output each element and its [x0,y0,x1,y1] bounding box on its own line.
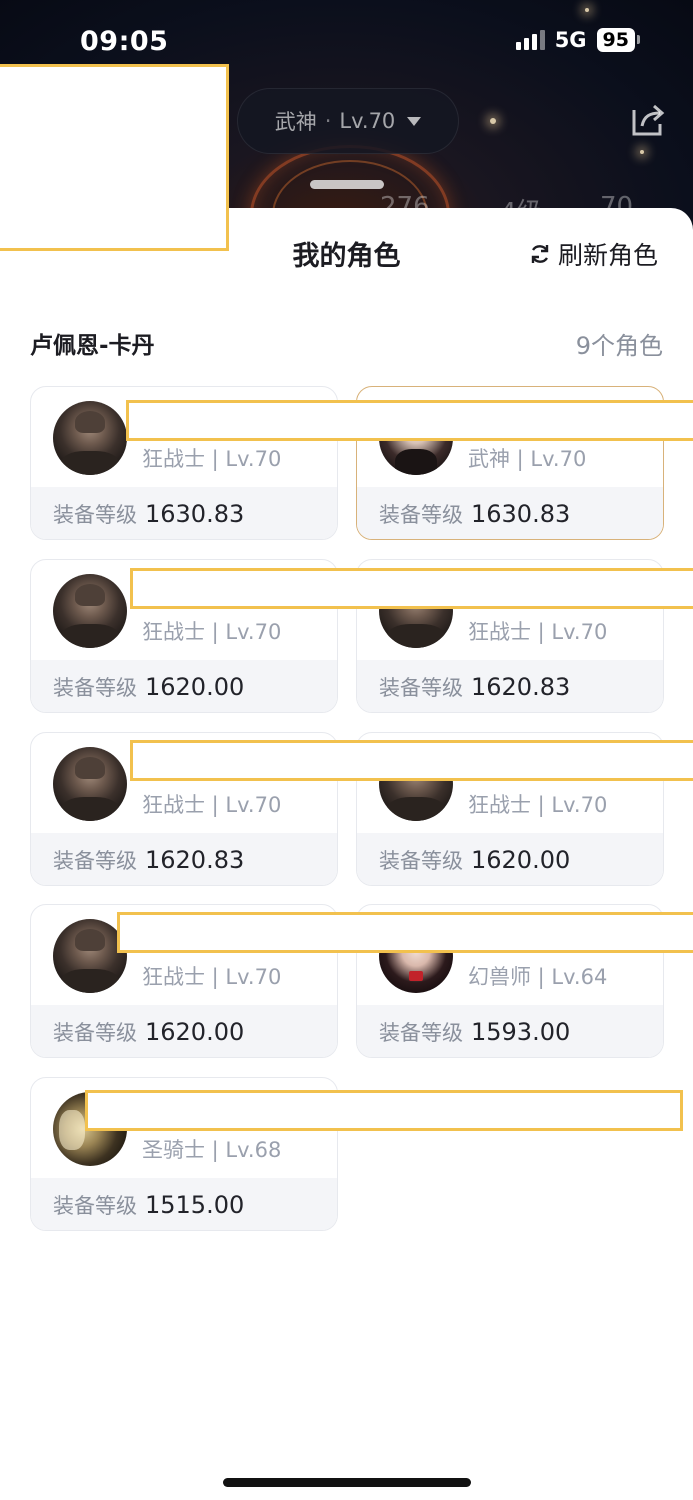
role-count: 9个角色 [575,332,663,360]
status-time: 09:05 [80,26,169,57]
gear-level-label: 装备等级 [53,849,137,873]
server-name: 卢佩恩-卡丹 [30,333,155,359]
refresh-label: 刷新角色 [558,241,659,270]
gear-level-value: 1630.83 [471,500,571,528]
redaction-box [130,568,693,609]
battery-icon: 95 [596,28,641,52]
avatar [53,574,127,648]
caret-down-icon [407,116,422,126]
status-indicators: 5G 95 [515,28,641,52]
gear-level-label: 装备等级 [53,1194,137,1218]
gear-level-label: 装备等级 [379,1021,463,1045]
role-selector-level: Lv.70 [339,109,396,133]
gear-level-label: 装备等级 [53,676,137,700]
redaction-box [0,64,229,251]
character-class-level: 圣骑士 | Lv.68 [142,1138,282,1162]
network-type: 5G [554,28,587,52]
role-selector[interactable]: 武神 · Lv.70 [237,88,459,154]
gear-level-label: 装备等级 [379,676,463,700]
gear-level-label: 装备等级 [53,503,137,527]
character-class-level: 狂战士 | Lv.70 [142,620,282,644]
character-class-level: 狂战士 | Lv.70 [142,447,282,471]
gear-level-label: 装备等级 [379,849,463,873]
gear-level-value: 1620.83 [145,846,245,874]
avatar [53,747,127,821]
character-class-level: 狂战士 | Lv.70 [142,965,282,989]
refresh-button[interactable]: 刷新角色 [528,236,658,272]
gear-level-value: 1620.00 [471,846,571,874]
gear-level-value: 1620.00 [145,673,245,701]
signal-icon [515,30,545,50]
character-class-level: 狂战士 | Lv.70 [468,793,608,817]
gear-level-value: 1620.00 [145,1018,245,1046]
character-class-level: 狂战士 | Lv.70 [142,793,282,817]
avatar [53,919,127,993]
avatar [53,401,127,475]
home-indicator[interactable] [223,1478,471,1487]
character-class-level: 幻兽师 | Lv.64 [468,965,608,989]
redaction-box [85,1090,683,1131]
role-selector-label: 武神 [274,110,317,134]
role-selector-separator: · [324,109,332,133]
character-class-level: 武神 | Lv.70 [468,447,587,471]
refresh-icon [531,245,549,263]
gear-level-value: 1515.00 [145,1191,245,1219]
redaction-box [130,740,693,781]
character-class-level: 狂战士 | Lv.70 [468,620,608,644]
redaction-box [117,912,693,953]
share-icon[interactable] [628,100,668,140]
redaction-box [126,400,693,441]
gear-level-value: 1593.00 [471,1018,571,1046]
gear-level-value: 1620.83 [471,673,571,701]
gear-level-value: 1630.83 [145,500,245,528]
gear-level-label: 装备等级 [53,1021,137,1045]
gear-level-label: 装备等级 [379,503,463,527]
sheet-grabber[interactable] [310,180,384,189]
